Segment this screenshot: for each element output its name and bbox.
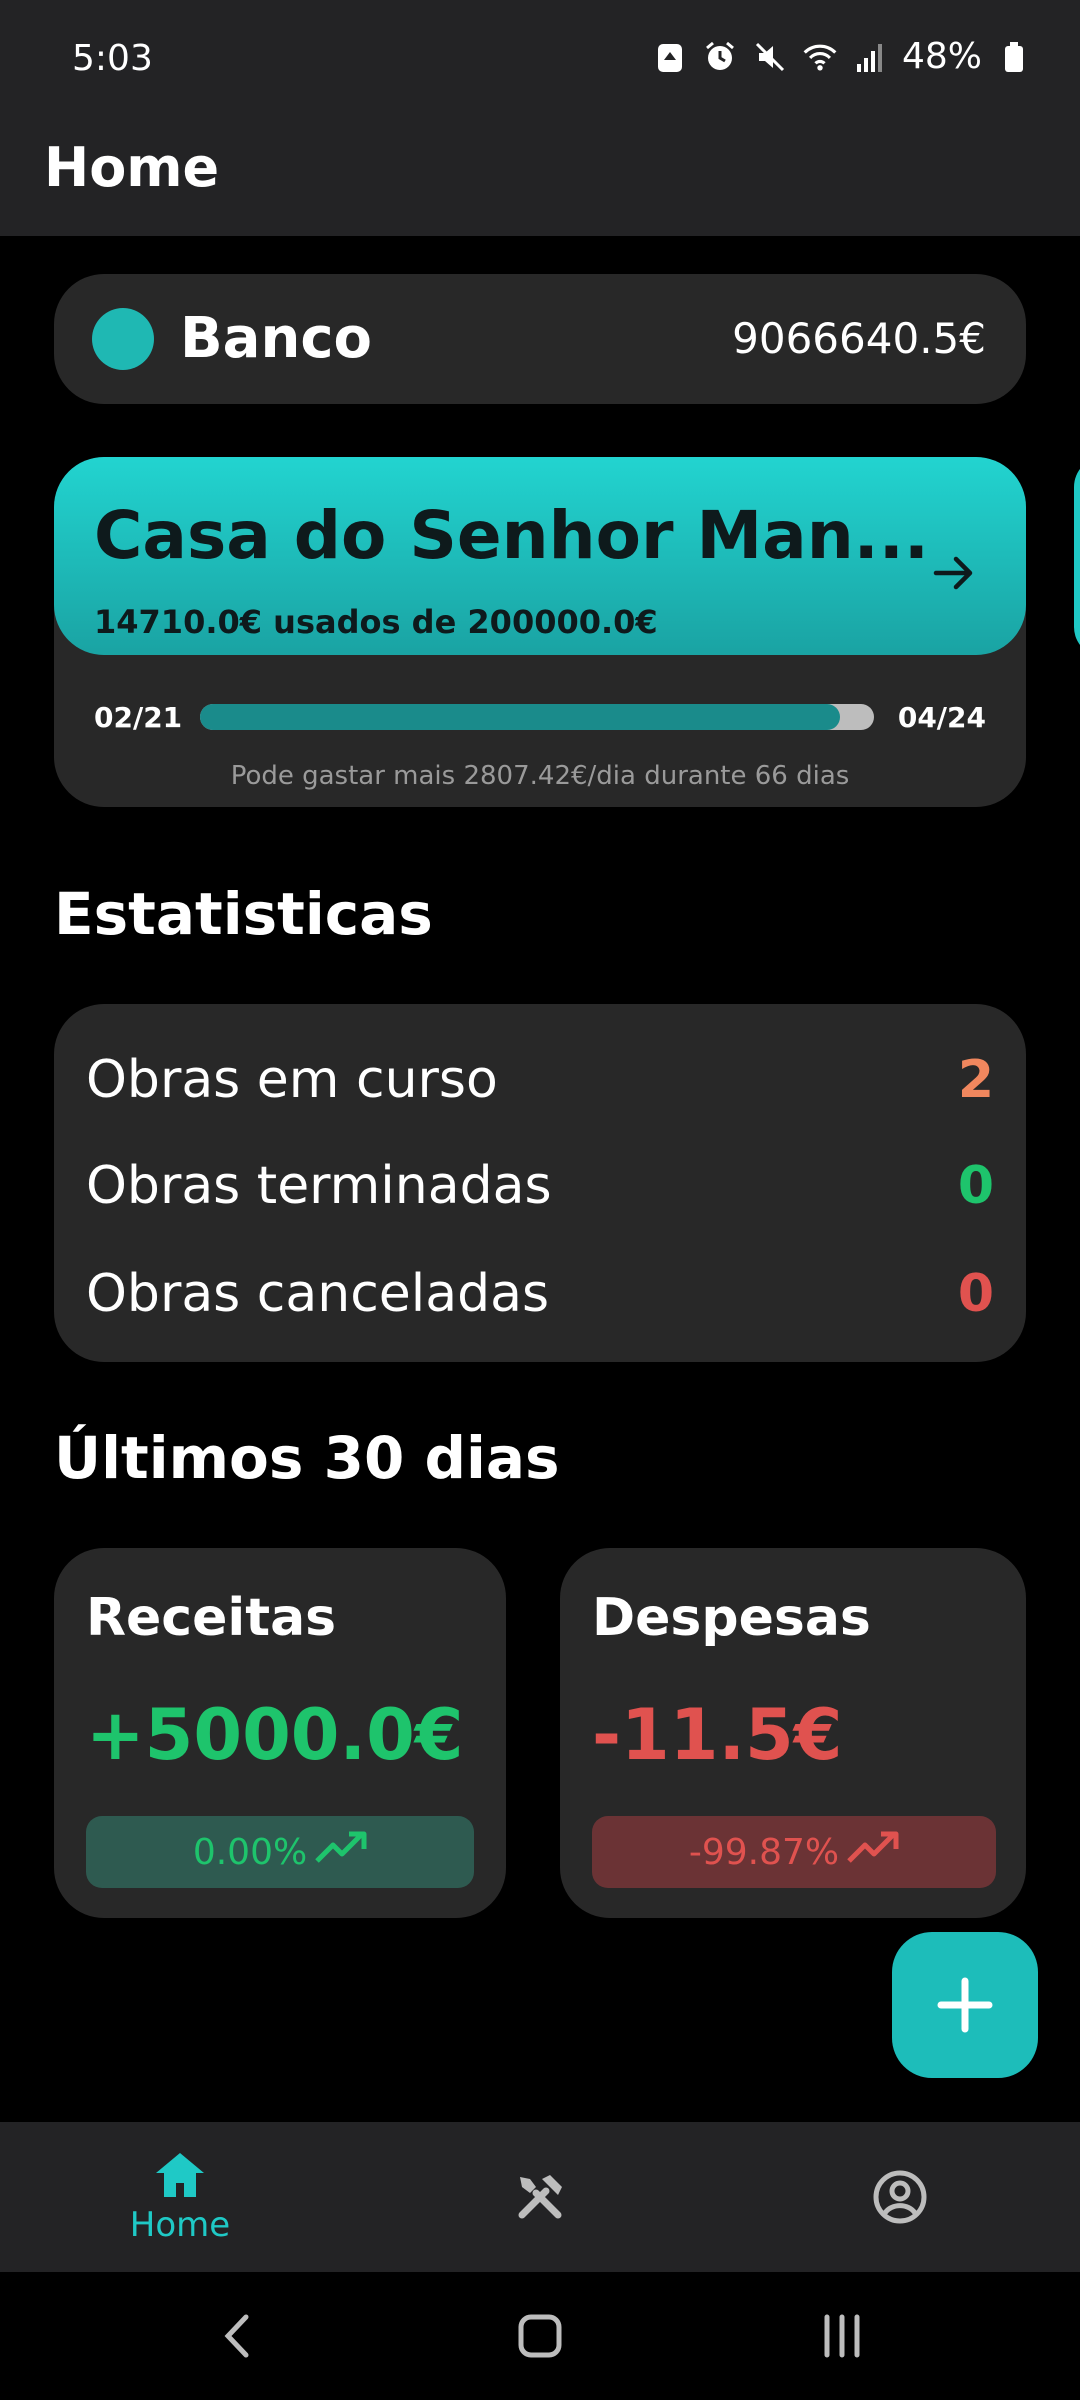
- nav-item-tools[interactable]: [440, 2122, 640, 2272]
- project-note: Pode gastar mais 2807.42€/dia durante 66…: [230, 761, 850, 791]
- nav-item-profile[interactable]: [800, 2122, 1000, 2272]
- stat-label: Obras em curso: [86, 1050, 498, 1110]
- income-amount: +5000.0€: [86, 1694, 464, 1776]
- stat-row-finished: Obras terminadas 0: [86, 1152, 994, 1222]
- home-icon: [156, 2153, 204, 2197]
- project-progress-bar: [200, 704, 874, 730]
- profile-icon: [873, 2170, 927, 2224]
- battery-icon: [996, 39, 1032, 75]
- project-end-date: 04/24: [897, 701, 986, 734]
- stats-card: Obras em curso 2 Obras terminadas 0 Obra…: [54, 1004, 1026, 1362]
- income-change-value: 0.00%: [192, 1831, 308, 1873]
- nav-item-home[interactable]: Home: [80, 2122, 280, 2272]
- stat-label: Obras terminadas: [86, 1156, 552, 1216]
- signal-icon: [852, 39, 888, 75]
- bank-balance: 9066640.5€: [732, 314, 986, 363]
- stat-row-cancelled: Obras canceladas 0: [86, 1260, 994, 1330]
- expense-title: Despesas: [592, 1588, 871, 1648]
- project-progress-fill: [200, 704, 841, 730]
- project-start-date: 02/21: [94, 701, 183, 734]
- trending-up-icon: [315, 1831, 367, 1874]
- recents-button[interactable]: [812, 2306, 872, 2366]
- stats-section-title: Estatisticas: [54, 880, 433, 948]
- mute-icon: [752, 39, 788, 75]
- last30-section-title: Últimos 30 dias: [54, 1424, 560, 1492]
- stat-value: 2: [957, 1050, 994, 1110]
- stat-label: Obras canceladas: [86, 1264, 550, 1324]
- next-project-card-peek[interactable]: [1074, 457, 1080, 657]
- expense-card[interactable]: Despesas -11.5€ -99.87%: [560, 1548, 1026, 1918]
- status-icons: 48%: [652, 36, 1032, 77]
- bank-color-dot: [92, 308, 154, 370]
- expense-change-badge: -99.87%: [592, 1816, 996, 1888]
- add-button[interactable]: [892, 1932, 1038, 2078]
- expense-change-value: -99.87%: [688, 1831, 840, 1873]
- system-navigation-bar: [0, 2272, 1080, 2400]
- stat-value: 0: [957, 1156, 994, 1216]
- bank-card[interactable]: Banco 9066640.5€: [54, 274, 1026, 404]
- project-title: Casa do Senhor Man...: [94, 497, 929, 574]
- project-card[interactable]: Casa do Senhor Man... 14710.0€ usados de…: [54, 457, 1026, 807]
- trending-up-icon: [847, 1831, 899, 1874]
- back-icon: [224, 2314, 249, 2358]
- home-square-icon: [518, 2314, 562, 2358]
- bank-name: Banco: [180, 306, 373, 371]
- app-bar: Home: [0, 120, 1080, 236]
- project-usage: 14710.0€ usados de 200000.0€: [94, 603, 658, 641]
- income-card[interactable]: Receitas +5000.0€ 0.00%: [54, 1548, 506, 1918]
- page-title: Home: [44, 136, 220, 199]
- stat-row-in-progress: Obras em curso 2: [86, 1046, 994, 1116]
- recycle-icon: [652, 39, 688, 75]
- expense-amount: -11.5€: [592, 1694, 843, 1776]
- plus-icon: [937, 1977, 993, 2033]
- battery-percent: 48%: [901, 36, 982, 77]
- alarm-icon: [702, 39, 738, 75]
- stat-value: 0: [957, 1264, 994, 1324]
- home-system-button[interactable]: [510, 2306, 570, 2366]
- arrow-right-icon[interactable]: [928, 547, 980, 599]
- bottom-nav: Home: [0, 2122, 1080, 2272]
- wifi-icon: [802, 39, 838, 75]
- back-button[interactable]: [208, 2306, 268, 2366]
- nav-label-home: Home: [129, 2205, 231, 2245]
- recents-icon: [824, 2314, 860, 2358]
- project-header: Casa do Senhor Man... 14710.0€ usados de…: [54, 457, 1026, 655]
- income-title: Receitas: [86, 1588, 337, 1648]
- status-bar: 5:03 48%: [0, 0, 1080, 120]
- status-time: 5:03: [72, 38, 153, 79]
- tools-icon: [518, 2175, 562, 2219]
- income-change-badge: 0.00%: [86, 1816, 474, 1888]
